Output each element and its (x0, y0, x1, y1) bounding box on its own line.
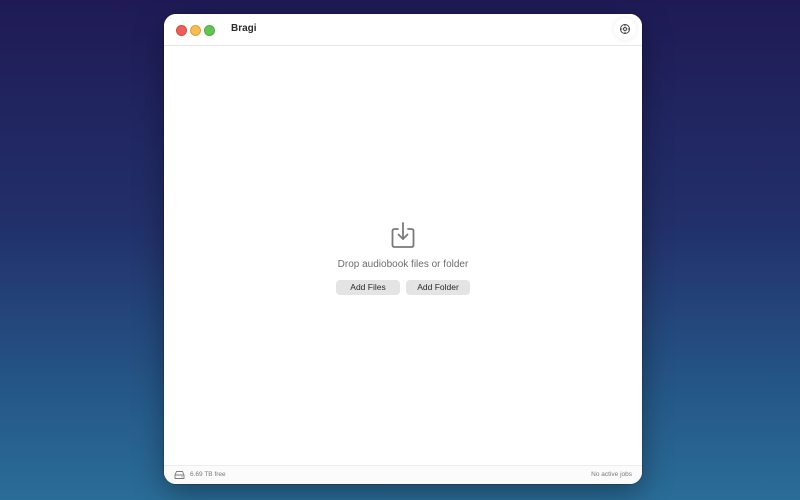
title-bar[interactable]: Bragi (164, 14, 642, 46)
close-window-button[interactable] (176, 25, 187, 36)
add-folder-button[interactable]: Add Folder (406, 280, 470, 295)
disk-free-space: 6.69 TB free (190, 471, 226, 478)
jobs-status: No active jobs (591, 471, 632, 478)
download-tray-icon (391, 222, 415, 248)
minimize-window-button[interactable] (190, 25, 201, 36)
drop-instructions: Drop audiobook files or folder (337, 259, 469, 270)
gear-icon (620, 24, 630, 34)
add-files-button[interactable]: Add Files (336, 280, 400, 295)
window-title: Bragi (231, 23, 257, 34)
maximize-window-button[interactable] (204, 25, 215, 36)
drop-zone[interactable]: Drop audiobook files or folder Add Files… (164, 46, 642, 466)
hard-drive-icon (174, 471, 185, 479)
settings-button[interactable] (614, 18, 636, 40)
app-window: Bragi Drop audiobook files or folder Add… (164, 14, 642, 484)
status-bar: 6.69 TB free No active jobs (164, 465, 642, 484)
